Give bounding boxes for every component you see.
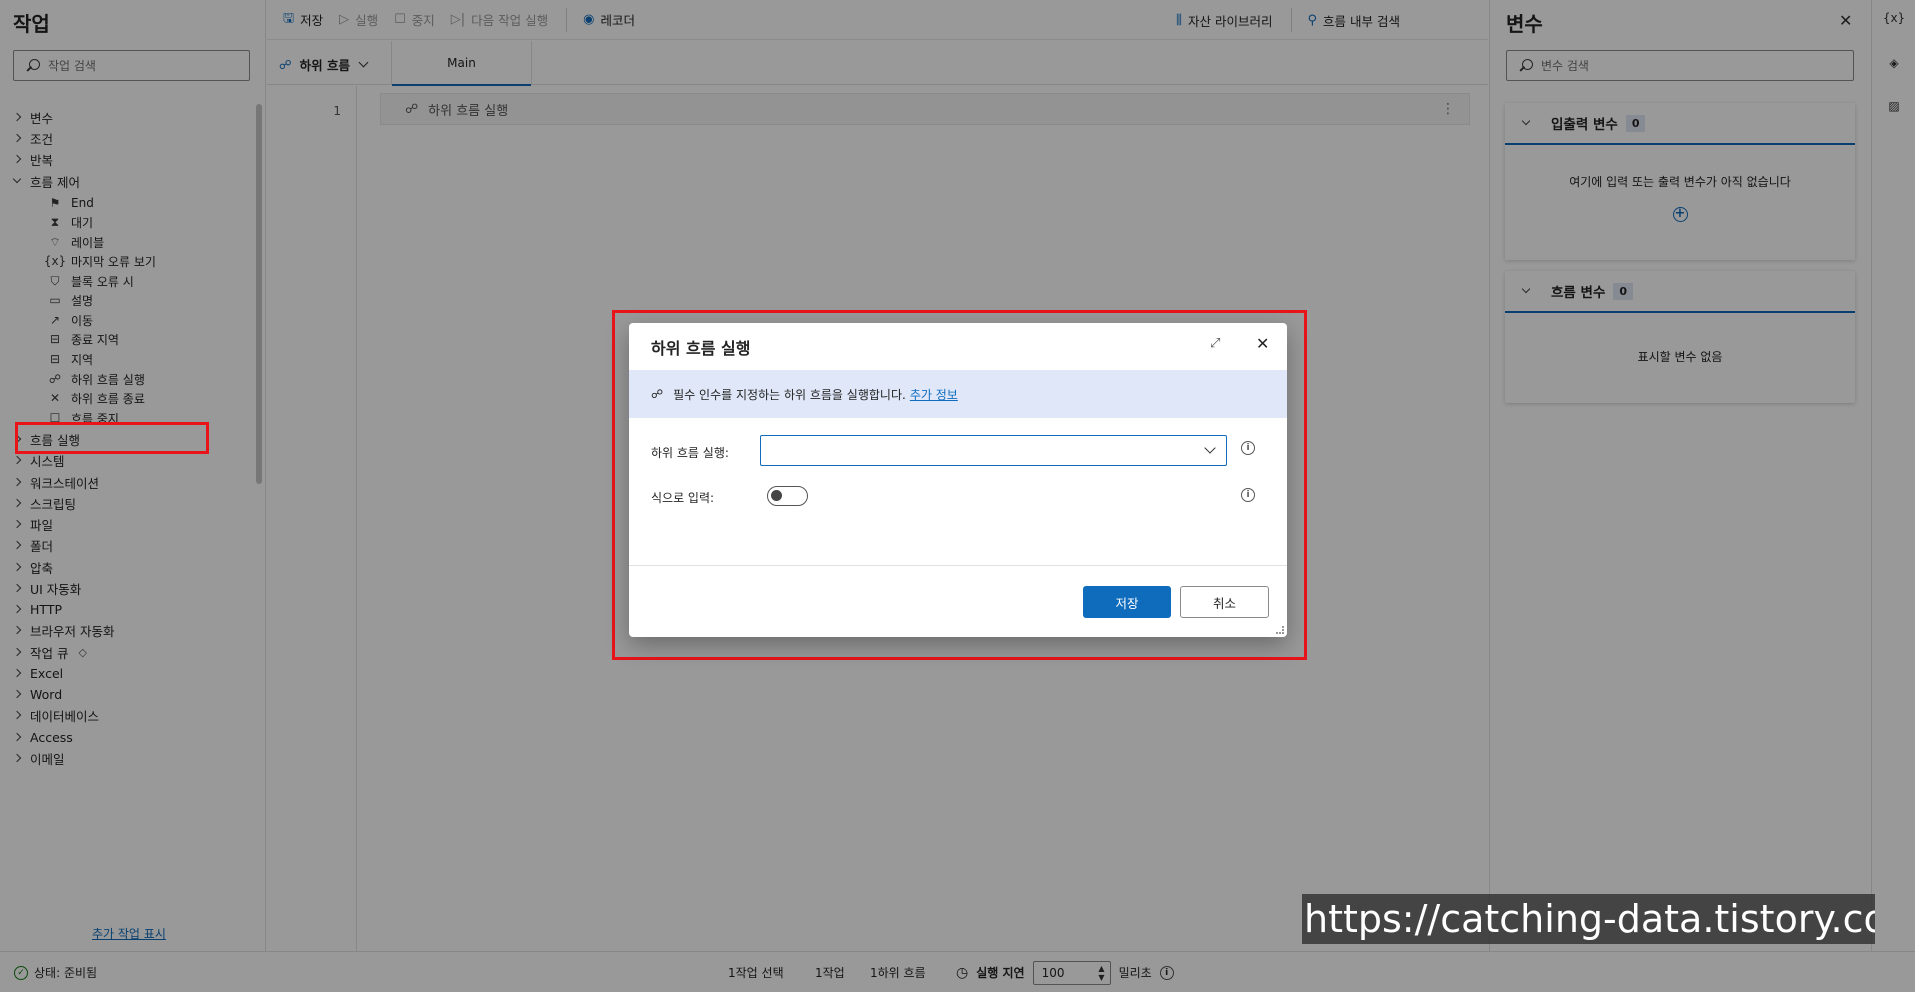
expression-toggle-label: 식으로 입력:: [651, 491, 715, 505]
dialog-title: 하위 흐름 실행: [651, 339, 751, 358]
highlight-annotation: [15, 422, 209, 454]
expression-toggle[interactable]: [767, 486, 808, 506]
learn-more-link[interactable]: 추가 정보: [910, 386, 958, 403]
expand-icon[interactable]: ⤢: [1210, 336, 1220, 351]
watermark: https://catching-data.tistory.com: [1302, 894, 1875, 944]
chevron-down-icon: [1204, 442, 1216, 454]
subflow-icon: ☍: [651, 387, 664, 401]
cancel-button[interactable]: 취소: [1180, 586, 1269, 618]
run-subflow-dialog: 하위 흐름 실행 ⤢ ✕ ☍ 필수 인수를 지정하는 하위 흐름을 실행합니다.…: [629, 323, 1287, 637]
info-icon[interactable]: i: [1241, 488, 1255, 502]
resize-grip-icon[interactable]: [1276, 626, 1284, 634]
dialog-divider: [629, 565, 1287, 566]
subflow-select[interactable]: [760, 435, 1227, 466]
dialog-info-bar: ☍ 필수 인수를 지정하는 하위 흐름을 실행합니다. 추가 정보: [629, 370, 1287, 418]
save-button[interactable]: 저장: [1083, 586, 1171, 618]
info-icon[interactable]: i: [1241, 441, 1255, 455]
close-icon[interactable]: ✕: [1256, 334, 1269, 353]
subflow-field-label: 하위 흐름 실행:: [651, 446, 729, 460]
